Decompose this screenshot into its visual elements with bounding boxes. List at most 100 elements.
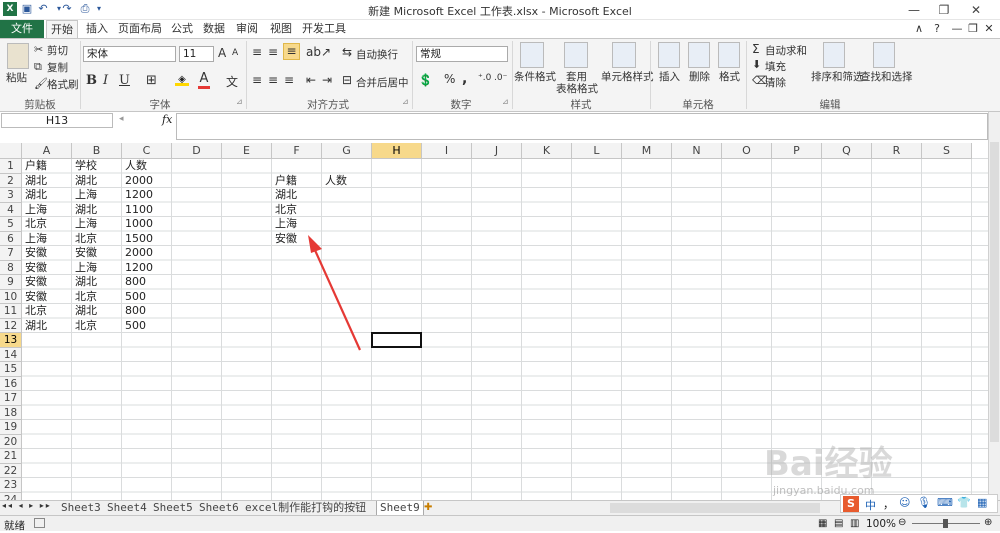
row-header-2[interactable]: 2 <box>0 173 22 188</box>
cell-c3[interactable]: 1200 <box>122 188 172 203</box>
format-cells-icon[interactable] <box>718 42 740 68</box>
row-header-15[interactable]: 15 <box>0 362 22 377</box>
column-header-n[interactable]: N <box>672 143 722 159</box>
row-header-11[interactable]: 11 <box>0 304 22 319</box>
decrease-indent-icon[interactable]: ⇤ <box>306 73 316 87</box>
zoom-level[interactable]: 100% <box>866 518 896 530</box>
ime-emoji-icon[interactable]: ☺ <box>899 496 910 509</box>
cell-c7[interactable]: 2000 <box>122 246 172 261</box>
cell-c5[interactable]: 1000 <box>122 217 172 232</box>
column-header-a[interactable]: A <box>22 143 72 159</box>
cell-b5[interactable]: 上海 <box>72 217 122 232</box>
font-color-button[interactable]: A <box>198 72 210 89</box>
cell-g2[interactable]: 人数 <box>322 174 372 189</box>
zoom-in-icon[interactable]: ⊕ <box>984 517 992 528</box>
shrink-font-button[interactable]: A <box>232 48 238 58</box>
align-top-icon[interactable]: ≡ <box>252 45 262 59</box>
ime-keyboard-icon[interactable]: ⌨ <box>937 496 953 509</box>
row-header-16[interactable]: 16 <box>0 376 22 391</box>
ime-voice-icon[interactable]: 🎙 <box>917 496 931 509</box>
tab-file[interactable]: 文件 <box>0 20 44 38</box>
delete-cells-button[interactable]: 删除 <box>689 69 710 84</box>
format-painter-button[interactable]: 格式刷 <box>47 77 79 92</box>
sort-filter-icon[interactable] <box>823 42 845 68</box>
workbook-minimize-icon[interactable]: — <box>950 20 964 38</box>
normal-view-icon[interactable]: ▦ <box>818 518 827 529</box>
cell-a7[interactable]: 安徽 <box>22 246 72 261</box>
row-header-20[interactable]: 20 <box>0 434 22 449</box>
tab-review[interactable]: 审阅 <box>232 20 262 38</box>
sheet-tab-sheet4[interactable]: Sheet4 <box>104 501 150 516</box>
tab-view[interactable]: 视图 <box>266 20 296 38</box>
ribbon-collapse-icon[interactable]: ∧ <box>912 20 926 38</box>
row-header-17[interactable]: 17 <box>0 391 22 406</box>
cell-c2[interactable]: 2000 <box>122 174 172 189</box>
active-cell-outline[interactable] <box>371 332 422 348</box>
cell-b3[interactable]: 上海 <box>72 188 122 203</box>
cell-a12[interactable]: 湖北 <box>22 319 72 334</box>
row-header-4[interactable]: 4 <box>0 202 22 217</box>
cell-f3[interactable]: 湖北 <box>272 188 322 203</box>
row-header-10[interactable]: 10 <box>0 289 22 304</box>
name-box-dropdown-icon[interactable]: ◂ <box>119 114 124 124</box>
align-bottom-icon[interactable]: ≡ <box>283 43 300 60</box>
conditional-format-icon[interactable] <box>520 42 544 68</box>
column-header-g[interactable]: G <box>322 143 372 159</box>
number-format-select[interactable]: 常规 <box>416 46 508 62</box>
help-icon[interactable]: ? <box>930 20 944 38</box>
cell-c10[interactable]: 500 <box>122 290 172 305</box>
table-format-icon[interactable] <box>564 42 588 68</box>
accounting-format-icon[interactable]: 💲 <box>418 73 433 87</box>
fill-color-icon[interactable]: ◈ <box>175 74 189 86</box>
column-header-m[interactable]: M <box>622 143 672 159</box>
tab-developer[interactable]: 开发工具 <box>300 20 348 38</box>
cell-a11[interactable]: 北京 <box>22 304 72 319</box>
cell-a1[interactable]: 户籍 <box>22 159 72 174</box>
italic-button[interactable]: I <box>103 73 108 88</box>
column-header-d[interactable]: D <box>172 143 222 159</box>
row-header-23[interactable]: 23 <box>0 478 22 493</box>
row-header-3[interactable]: 3 <box>0 188 22 203</box>
row-header-5[interactable]: 5 <box>0 217 22 232</box>
find-select-icon[interactable] <box>873 42 895 68</box>
ime-skin-icon[interactable]: 👕 <box>957 496 971 509</box>
formula-input[interactable] <box>176 113 988 140</box>
workbook-restore-icon[interactable]: ❐ <box>966 20 980 38</box>
scissors-icon[interactable]: ✂ <box>34 43 43 56</box>
cell-c1[interactable]: 人数 <box>122 159 172 174</box>
clear-button[interactable]: 清除 <box>765 75 786 90</box>
ime-punct-icon[interactable]: ， <box>883 496 894 512</box>
cell-styles-button[interactable]: 单元格样式 <box>601 69 654 84</box>
sheet-tab-sheet9[interactable]: Sheet9 <box>376 501 424 516</box>
select-all-corner[interactable] <box>0 143 22 159</box>
percent-button[interactable]: % <box>444 72 455 86</box>
bold-button[interactable]: B <box>86 73 97 88</box>
vertical-scrollbar[interactable] <box>988 112 1000 502</box>
cell-a4[interactable]: 上海 <box>22 203 72 218</box>
column-header-p[interactable]: P <box>772 143 822 159</box>
row-header-7[interactable]: 7 <box>0 246 22 261</box>
row-header-1[interactable]: 1 <box>0 159 22 174</box>
autosum-icon[interactable]: Σ <box>752 42 760 56</box>
orientation-icon[interactable]: ab↗ <box>306 45 331 59</box>
row-header-8[interactable]: 8 <box>0 260 22 275</box>
cell-a6[interactable]: 上海 <box>22 232 72 247</box>
column-header-e[interactable]: E <box>222 143 272 159</box>
minimize-button[interactable]: — <box>900 1 928 19</box>
column-header-l[interactable]: L <box>572 143 622 159</box>
cell-b4[interactable]: 湖北 <box>72 203 122 218</box>
tab-home[interactable]: 开始 <box>46 20 78 39</box>
font-dialog-launcher-icon[interactable]: ⊿ <box>236 97 243 106</box>
cell-f2[interactable]: 户籍 <box>272 174 322 189</box>
wrap-text-icon[interactable]: ⇆ <box>342 45 352 59</box>
column-header-j[interactable]: J <box>472 143 522 159</box>
font-family-select[interactable]: 宋体 <box>83 46 176 62</box>
alignment-dialog-launcher-icon[interactable]: ⊿ <box>402 97 409 106</box>
sheet-nav-icons[interactable]: ◂◂ ◂ ▸ ▸▸ <box>2 501 52 510</box>
font-size-select[interactable]: 11 <box>179 46 214 62</box>
page-break-view-icon[interactable]: ▥ <box>850 518 859 529</box>
cell-c12[interactable]: 500 <box>122 319 172 334</box>
page-layout-view-icon[interactable]: ▤ <box>834 518 843 529</box>
row-header-6[interactable]: 6 <box>0 231 22 246</box>
column-header-b[interactable]: B <box>72 143 122 159</box>
